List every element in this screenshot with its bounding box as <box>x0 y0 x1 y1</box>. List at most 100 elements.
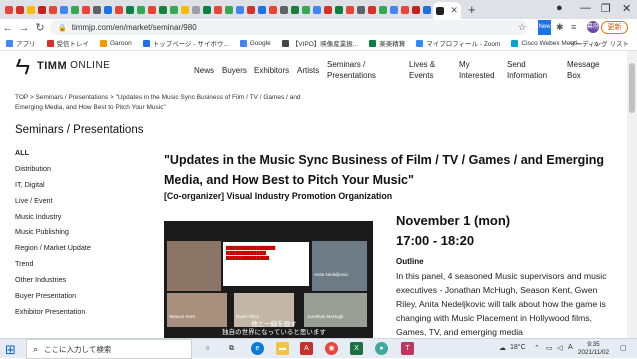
browser-tab[interactable] <box>400 3 410 16</box>
extensions-icon[interactable]: ✱ <box>556 22 564 33</box>
sidebar-category[interactable]: Other Industries <box>15 275 91 291</box>
nav-item[interactable]: Lives & Events <box>409 59 454 81</box>
active-browser-tab[interactable]: ✕ <box>433 2 461 19</box>
bookmark-star-icon[interactable]: ☆ <box>518 22 526 33</box>
app-icon[interactable]: ● <box>375 342 388 355</box>
browser-tab[interactable] <box>169 3 179 16</box>
bookmark-item[interactable]: アプリ <box>6 38 36 48</box>
sidebar-category[interactable]: Buyer Presentation <box>15 291 91 307</box>
browser-tab[interactable] <box>158 3 168 16</box>
maximize-icon[interactable]: ❐ <box>601 2 611 15</box>
bookmark-item[interactable]: 受信トレイ <box>46 38 89 48</box>
browser-tab[interactable] <box>92 3 102 16</box>
browser-tab[interactable] <box>70 3 80 16</box>
bookmark-item[interactable]: Google <box>239 39 271 47</box>
sidebar-category[interactable]: Live / Event <box>15 196 91 212</box>
edge-icon[interactable]: e <box>251 342 264 355</box>
sidebar-category[interactable]: ALL <box>15 148 91 164</box>
browser-tab[interactable] <box>378 3 388 16</box>
browser-tab[interactable] <box>202 3 212 16</box>
windows-start-icon[interactable]: ⊞ <box>5 342 16 358</box>
file-explorer-icon[interactable]: ▬ <box>276 342 289 355</box>
teams-icon[interactable]: T <box>401 342 414 355</box>
chrome-icon[interactable]: ◉ <box>325 342 338 355</box>
browser-tab[interactable] <box>15 3 25 16</box>
browser-tab[interactable] <box>389 3 399 16</box>
update-button[interactable]: 更新 <box>601 21 628 34</box>
close-window-icon[interactable]: ✕ <box>622 2 631 15</box>
sidebar-category[interactable]: Exhibitor Presentation <box>15 307 91 323</box>
bookmark-item[interactable]: マイプロフィール - Zoom <box>416 38 500 48</box>
acrobat-icon[interactable]: A <box>300 342 313 355</box>
browser-tab[interactable] <box>59 3 69 16</box>
sidebar-category[interactable]: Music Publishing <box>15 227 91 243</box>
page-scrollbar[interactable] <box>627 51 637 338</box>
browser-tab[interactable] <box>345 3 355 16</box>
browser-tab[interactable] <box>37 3 47 16</box>
browser-tab[interactable] <box>334 3 344 16</box>
browser-tab[interactable] <box>125 3 135 16</box>
cortana-icon[interactable]: ○ <box>201 342 214 355</box>
weather-temp[interactable]: 18°C <box>510 344 526 351</box>
network-icon[interactable]: ▭ <box>546 344 553 352</box>
browser-tab[interactable] <box>114 3 124 16</box>
profile-avatar[interactable]: 幕府 <box>587 21 599 33</box>
browser-tab[interactable] <box>411 3 421 16</box>
browser-tab[interactable] <box>191 3 201 16</box>
site-logo[interactable]: ㄣ TIMM ONLINE <box>14 53 110 78</box>
taskbar-search[interactable]: ⌕ ここに入力して検索 <box>26 339 192 359</box>
media-icon[interactable]: ≡ <box>571 22 576 32</box>
minimize-icon[interactable]: — <box>580 2 591 14</box>
browser-tab[interactable] <box>268 3 278 16</box>
browser-tab[interactable] <box>136 3 146 16</box>
nav-item[interactable]: My Interested <box>459 59 504 81</box>
news-extension-icon[interactable]: New <box>538 20 551 35</box>
browser-tab[interactable] <box>213 3 223 16</box>
sidebar-category[interactable]: IT, Digital <box>15 180 91 196</box>
forward-icon[interactable]: → <box>16 22 32 34</box>
url-bar[interactable]: 🔒 timmjp.com/en/market/seminar/980 <box>50 20 528 35</box>
browser-tab[interactable] <box>356 3 366 16</box>
bookmark-item[interactable]: 【VIPO】映像産業振... <box>281 38 358 48</box>
volume-icon[interactable]: ◁ <box>557 344 562 352</box>
nav-item[interactable]: Send Information <box>507 59 557 81</box>
browser-tab[interactable] <box>422 3 432 16</box>
browser-tab[interactable] <box>290 3 300 16</box>
tray-chevron-icon[interactable]: ⌃ <box>534 344 540 352</box>
seminar-video[interactable]: ▇▇▇▇▇▇▇▇▇▇▇▇▇▇▇▇ ▇▇▇▇▇▇▇▇▇▇▇▇▇ ▇▇▇▇▇▇▇▇▇▇▇… <box>164 221 373 338</box>
back-icon[interactable]: ← <box>0 22 16 34</box>
nav-item[interactable]: Message Box <box>567 59 612 81</box>
browser-tab[interactable] <box>312 3 322 16</box>
new-tab-icon[interactable]: + <box>468 2 476 17</box>
browser-tab[interactable] <box>81 3 91 16</box>
excel-icon[interactable]: X <box>350 342 363 355</box>
nav-item[interactable]: Seminars / Presentations <box>327 59 389 81</box>
browser-tab[interactable] <box>224 3 234 16</box>
notifications-icon[interactable]: ▢ <box>620 344 627 352</box>
bookmark-item[interactable]: Garoon <box>100 39 132 47</box>
tab-close-icon[interactable]: ✕ <box>450 5 458 16</box>
browser-tab[interactable] <box>103 3 113 16</box>
task-view-icon[interactable]: ⧉ <box>225 342 238 355</box>
weather-icon[interactable]: ☁ <box>499 344 506 352</box>
clock[interactable]: 9:35 2021/11/02 <box>578 341 609 357</box>
browser-tab[interactable] <box>147 3 157 16</box>
reload-icon[interactable]: ↻ <box>32 21 48 34</box>
browser-tab[interactable] <box>246 3 256 16</box>
scrollbar-thumb[interactable] <box>629 63 635 113</box>
browser-tab[interactable] <box>257 3 267 16</box>
sidebar-category[interactable]: Distribution <box>15 164 91 180</box>
browser-tab[interactable] <box>4 3 14 16</box>
browser-tab[interactable] <box>26 3 36 16</box>
browser-tab[interactable] <box>279 3 289 16</box>
bookmark-item[interactable]: 楽楽精算 <box>369 38 405 48</box>
browser-tab[interactable] <box>367 3 377 16</box>
browser-tab[interactable] <box>48 3 58 16</box>
ime-indicator[interactable]: A <box>568 344 573 351</box>
profile-dot-icon[interactable]: ● <box>556 2 563 14</box>
reading-list[interactable]: リーディング リスト <box>569 38 629 48</box>
browser-tab[interactable] <box>301 3 311 16</box>
bookmark-item[interactable]: トップページ - サイボウ... <box>142 38 229 48</box>
browser-tab[interactable] <box>235 3 245 16</box>
browser-tab[interactable] <box>180 3 190 16</box>
